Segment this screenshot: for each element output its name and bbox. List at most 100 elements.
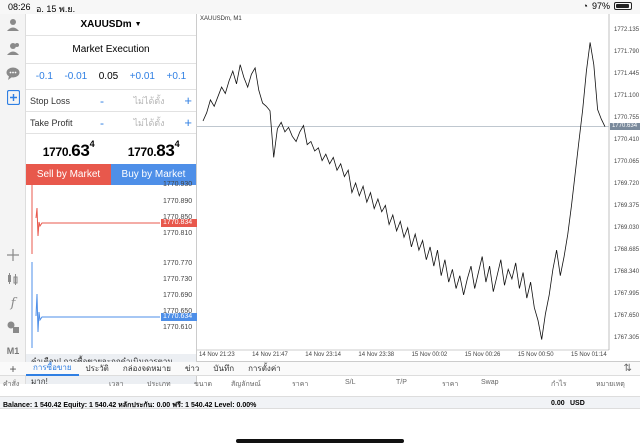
- time-axis-label: 15 Nov 00:26: [464, 352, 501, 358]
- time-axis-label: 14 Nov 23:38: [358, 352, 395, 358]
- time-axis-label: 15 Nov 00:02: [411, 352, 448, 358]
- status-bar: 08:26 อ. 15 พ.ย. ◔ 97%: [0, 0, 640, 14]
- symbol-selector[interactable]: XAUUSDm ▼: [26, 14, 196, 36]
- take-profit-label: Take Profit: [30, 117, 73, 128]
- price-axis-label: 1770.065: [614, 158, 640, 165]
- price-axis-label: 1767.650: [614, 313, 640, 320]
- signals-icon[interactable]: [4, 40, 22, 58]
- col-price: ราคา: [292, 381, 309, 388]
- time-axis-label: 14 Nov 21:23: [199, 352, 235, 358]
- tab-news[interactable]: ข่าว: [178, 362, 206, 375]
- timeframe-label: M1: [6, 346, 20, 356]
- col-sl: S/L: [345, 379, 356, 386]
- price-axis-label: 1769.720: [614, 180, 640, 187]
- main-chart[interactable]: XAUUSDm, M1 1772.135 1771.790 1771.445 1771…: [197, 14, 640, 362]
- volume-stepper: -0.1 -0.01 0.05 +0.01 +0.1: [26, 64, 196, 90]
- account-currency: USD: [570, 400, 585, 407]
- col-comment: หมายเหตุ: [596, 381, 625, 388]
- ask-price: 1770.834: [127, 139, 180, 161]
- stop-loss-minus-button[interactable]: -: [100, 94, 120, 108]
- ask-tick-label: 1770.770: [163, 260, 193, 267]
- profit-total: 0.00: [551, 400, 565, 407]
- volume-minus-01-button[interactable]: -0.1: [36, 71, 53, 82]
- execution-type[interactable]: Market Execution: [26, 36, 196, 64]
- stop-loss-plus-button[interactable]: +: [178, 93, 192, 108]
- balance-summary: Balance: 1 540.42 Equity: 1 540.42 หลักป…: [3, 402, 257, 409]
- battery-icon: [614, 2, 632, 10]
- price-axis-label: 1770.410: [614, 136, 640, 143]
- account-icon[interactable]: [4, 16, 22, 34]
- chat-icon[interactable]: [4, 64, 22, 82]
- symbol-name: XAUUSDm: [80, 19, 132, 30]
- volume-plus-001-button[interactable]: +0.01: [130, 71, 155, 82]
- stop-loss-label: Stop Loss: [30, 95, 71, 106]
- time-axis-label: 14 Nov 23:14: [305, 352, 341, 358]
- tab-settings[interactable]: การตั้งค่า: [241, 362, 288, 375]
- take-profit-row: Take Profit - ไม่ได้ตั้ง +: [26, 112, 196, 134]
- bid-tick-chart: 1770.930 1770.890 1770.850 1770.834 1770…: [26, 178, 197, 256]
- timeframe-button[interactable]: M1: [4, 342, 22, 360]
- tab-journal[interactable]: บันทึก: [206, 362, 241, 375]
- volume-minus-001-button[interactable]: -0.01: [64, 71, 87, 82]
- current-price-tag: 1770.634: [610, 122, 640, 130]
- left-toolbar: f M1: [0, 14, 26, 384]
- tab-history[interactable]: ประวัติ: [79, 362, 116, 375]
- col-swap: Swap: [481, 379, 499, 386]
- add-icon[interactable]: +: [0, 362, 26, 376]
- stop-loss-input[interactable]: ไม่ได้ตั้ง: [120, 94, 178, 108]
- battery-percent: 97%: [591, 1, 610, 11]
- bid-current-tag: 1770.834: [161, 219, 197, 227]
- price-axis-label: 1772.135: [614, 26, 640, 33]
- price-axis-label: 1769.030: [614, 225, 640, 232]
- col-tp: T/P: [396, 379, 407, 386]
- price-axis-label: 1770.755: [614, 114, 640, 121]
- new-order-icon[interactable]: [4, 88, 22, 106]
- volume-plus-01-button[interactable]: +0.1: [166, 71, 186, 82]
- ask-current-tag: 1770.634: [161, 313, 197, 321]
- price-axis-label: 1771.100: [614, 92, 640, 99]
- chart-plot[interactable]: [197, 14, 640, 362]
- ask-tick-label: 1770.730: [163, 276, 193, 283]
- orders-table-header: คำสั่ง เวลา ประเภท ขนาด สัญลักษณ์ ราคา S…: [0, 377, 640, 389]
- indicators-icon[interactable]: f: [4, 294, 22, 312]
- bid-tick-label: 1770.890: [163, 198, 193, 205]
- bid-tick-label: 1770.930: [163, 181, 193, 188]
- price-axis-label: 1767.995: [614, 291, 640, 298]
- price-series-line: [202, 42, 606, 340]
- col-type: ประเภท: [147, 381, 171, 388]
- price-axis-label: 1767.305: [614, 335, 640, 342]
- take-profit-plus-button[interactable]: +: [178, 115, 192, 130]
- time-axis-label: 15 Nov 01:14: [571, 352, 607, 358]
- status-time: 08:26: [8, 2, 31, 12]
- take-profit-minus-button[interactable]: -: [100, 116, 120, 130]
- status-right: ◔ 97%: [583, 1, 632, 11]
- take-profit-input[interactable]: ไม่ได้ตั้ง: [120, 116, 178, 130]
- time-axis-label: 14 Nov 21:47: [252, 352, 288, 358]
- home-indicator[interactable]: [236, 439, 404, 443]
- chart-type-icon[interactable]: [4, 270, 22, 288]
- ask-price-pip: 4: [174, 139, 180, 149]
- bid-price: 1770.634: [43, 139, 95, 161]
- sort-icon[interactable]: ⇅: [624, 363, 632, 374]
- bid-price-pip: 4: [89, 139, 95, 149]
- price-axis-label: 1771.790: [614, 48, 640, 55]
- ask-tick-label: 1770.690: [163, 292, 193, 299]
- bid-tick-plot: [31, 182, 160, 254]
- price-axis-label: 1768.340: [614, 269, 640, 276]
- toolbox-tabs: + การซื้อขาย ประวัติ กล่องจดหมาย ข่าว บั…: [0, 362, 640, 376]
- ask-tick-label: 1770.610: [163, 324, 193, 331]
- volume-value[interactable]: 0.05: [99, 71, 118, 82]
- ask-price-lead: 1770.: [127, 145, 157, 159]
- col-symbol: สัญลักษณ์: [231, 381, 261, 388]
- order-panel: XAUUSDm ▼ Market Execution -0.1 -0.01 0.…: [26, 14, 197, 386]
- price-row: 1770.634 1770.834: [26, 134, 196, 164]
- crosshair-icon[interactable]: [4, 246, 22, 264]
- tab-mailbox[interactable]: กล่องจดหมาย: [116, 362, 178, 375]
- objects-icon[interactable]: [4, 318, 22, 336]
- tab-trade[interactable]: การซื้อขาย: [26, 361, 79, 376]
- bid-price-big: 63: [71, 141, 90, 160]
- bid-tick-label: 1770.810: [163, 230, 193, 237]
- col-size: ขนาด: [194, 381, 213, 388]
- col-profit: กำไร: [551, 381, 567, 388]
- wifi-icon: ◔: [582, 1, 588, 11]
